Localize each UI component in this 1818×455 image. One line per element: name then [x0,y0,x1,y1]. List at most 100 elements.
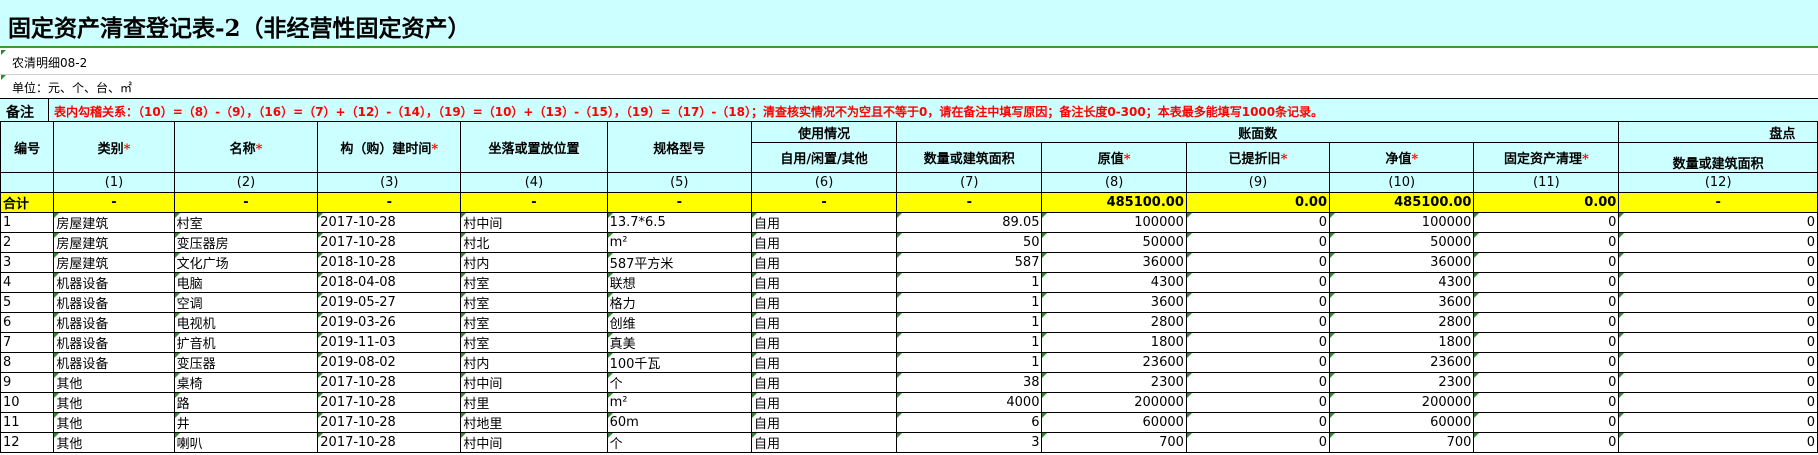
cell-net[interactable]: 23600 [1329,352,1475,373]
cell-original[interactable]: 23600 [1041,352,1187,373]
summary-dash[interactable]: - [317,192,462,213]
cell-build-time[interactable]: 2017-10-28 [317,232,462,253]
cell-category[interactable]: 其他 [53,372,175,393]
column-number[interactable]: (10) [1329,172,1475,193]
cell-location[interactable]: 村室 [460,312,608,333]
cell-name[interactable]: 电脑 [173,272,319,293]
cell-quantity[interactable]: 1 [896,352,1043,373]
cell-depreciation[interactable]: 0 [1185,432,1331,453]
header-id[interactable]: 编号 [0,121,55,173]
cell-original[interactable]: 60000 [1041,412,1187,433]
header-inv-quantity[interactable]: 数量或建筑面积 [1618,142,1818,173]
cell-name[interactable]: 扩音机 [173,332,319,353]
cell-original[interactable]: 36000 [1041,252,1187,273]
column-number[interactable]: (1) [53,172,175,193]
cell-net[interactable]: 700 [1329,432,1475,453]
cell-quantity[interactable]: 587 [896,252,1043,273]
summary-dash[interactable]: - [1618,192,1818,213]
cell-location[interactable]: 村中间 [460,432,608,453]
cell-original[interactable]: 4300 [1041,272,1187,293]
cell-build-time[interactable]: 2019-11-03 [317,332,462,353]
cell-depreciation[interactable]: 0 [1185,232,1331,253]
cell-usage[interactable]: 自用 [751,252,898,273]
cell-spec[interactable]: 真美 [606,332,753,353]
cell-build-time[interactable]: 2017-10-28 [317,432,462,453]
column-number[interactable]: (6) [751,172,898,193]
summary-dash[interactable]: - [896,192,1043,213]
cell-cleanup[interactable]: 0 [1473,292,1620,313]
cell-name[interactable]: 井 [173,412,319,433]
cell-usage[interactable]: 自用 [751,352,898,373]
summary-dash[interactable]: - [460,192,608,213]
cell-id[interactable]: 1 [0,212,55,233]
header-category[interactable]: 类别* [53,121,175,173]
cell-name[interactable]: 电视机 [173,312,319,333]
cell-inv-quantity[interactable]: 0 [1618,412,1818,433]
cell-depreciation[interactable]: 0 [1185,212,1331,233]
cell-id[interactable]: 7 [0,332,55,353]
cell-name[interactable]: 路 [173,392,319,413]
cell-quantity[interactable]: 1 [896,332,1043,353]
cell-location[interactable]: 村地里 [460,412,608,433]
cell-quantity[interactable]: 3 [896,432,1043,453]
cell-location[interactable]: 村北 [460,232,608,253]
cell-net[interactable]: 2300 [1329,372,1475,393]
cell-quantity[interactable]: 1 [896,312,1043,333]
cell-cleanup[interactable]: 0 [1473,432,1620,453]
cell-id[interactable]: 5 [0,292,55,313]
cell-spec[interactable]: 个 [606,372,753,393]
cell-net[interactable]: 200000 [1329,392,1475,413]
cell-cleanup[interactable]: 0 [1473,352,1620,373]
cell-original[interactable]: 2300 [1041,372,1187,393]
cell-inv-quantity[interactable]: 0 [1618,232,1818,253]
cell-build-time[interactable]: 2017-10-28 [317,392,462,413]
cell-location[interactable]: 村内 [460,252,608,273]
column-number[interactable]: (2) [173,172,319,193]
cell-build-time[interactable]: 2019-05-27 [317,292,462,313]
column-number[interactable]: (7) [896,172,1043,193]
cell-quantity[interactable]: 38 [896,372,1043,393]
cell-cleanup[interactable]: 0 [1473,272,1620,293]
cell-category[interactable]: 房屋建筑 [53,232,175,253]
header-net[interactable]: 净值* [1329,142,1475,173]
cell-category[interactable]: 房屋建筑 [53,252,175,273]
cell-depreciation[interactable]: 0 [1185,332,1331,353]
cell-build-time[interactable]: 2017-10-28 [317,372,462,393]
cell-depreciation[interactable]: 0 [1185,292,1331,313]
cell-category[interactable]: 机器设备 [53,352,175,373]
header-cleanup[interactable]: 固定资产清理* [1473,142,1620,173]
cell-depreciation[interactable]: 0 [1185,312,1331,333]
cell-location[interactable]: 村室 [460,272,608,293]
cell-build-time[interactable]: 2019-03-26 [317,312,462,333]
cell-build-time[interactable]: 2017-10-28 [317,412,462,433]
cell-original[interactable]: 100000 [1041,212,1187,233]
cell-spec[interactable]: 联想 [606,272,753,293]
cell-category[interactable]: 房屋建筑 [53,212,175,233]
cell-category[interactable]: 机器设备 [53,292,175,313]
header-quantity[interactable]: 数量或建筑面积 [896,142,1043,173]
cell-spec[interactable]: 587平方米 [606,252,753,273]
cell-usage[interactable]: 自用 [751,232,898,253]
column-number[interactable]: (9) [1185,172,1331,193]
cell-name[interactable]: 喇叭 [173,432,319,453]
cell-id[interactable]: 4 [0,272,55,293]
cell-build-time[interactable]: 2019-08-02 [317,352,462,373]
cell-id[interactable]: 10 [0,392,55,413]
cell-spec[interactable]: 100千瓦 [606,352,753,373]
unit-text[interactable]: 单位：元、个、台、㎡ [12,79,132,96]
column-number[interactable]: (5) [606,172,753,193]
summary-depreciation[interactable]: 0.00 [1185,192,1331,213]
cell-category[interactable]: 其他 [53,432,175,453]
summary-original[interactable]: 485100.00 [1041,192,1187,213]
cell-quantity[interactable]: 1 [896,292,1043,313]
cell-cleanup[interactable]: 0 [1473,312,1620,333]
cell-net[interactable]: 2800 [1329,312,1475,333]
note-text[interactable]: 表内勾稽关系：（10）=（8）-（9），（16）=（7）+（12）-（14），（… [54,103,1323,120]
summary-cleanup[interactable]: 0.00 [1473,192,1620,213]
cell-spec[interactable]: 60m [606,412,753,433]
cell-usage[interactable]: 自用 [751,332,898,353]
cell-quantity[interactable]: 1 [896,272,1043,293]
cell-inv-quantity[interactable]: 0 [1618,432,1818,453]
cell-usage[interactable]: 自用 [751,272,898,293]
cell-cleanup[interactable]: 0 [1473,252,1620,273]
